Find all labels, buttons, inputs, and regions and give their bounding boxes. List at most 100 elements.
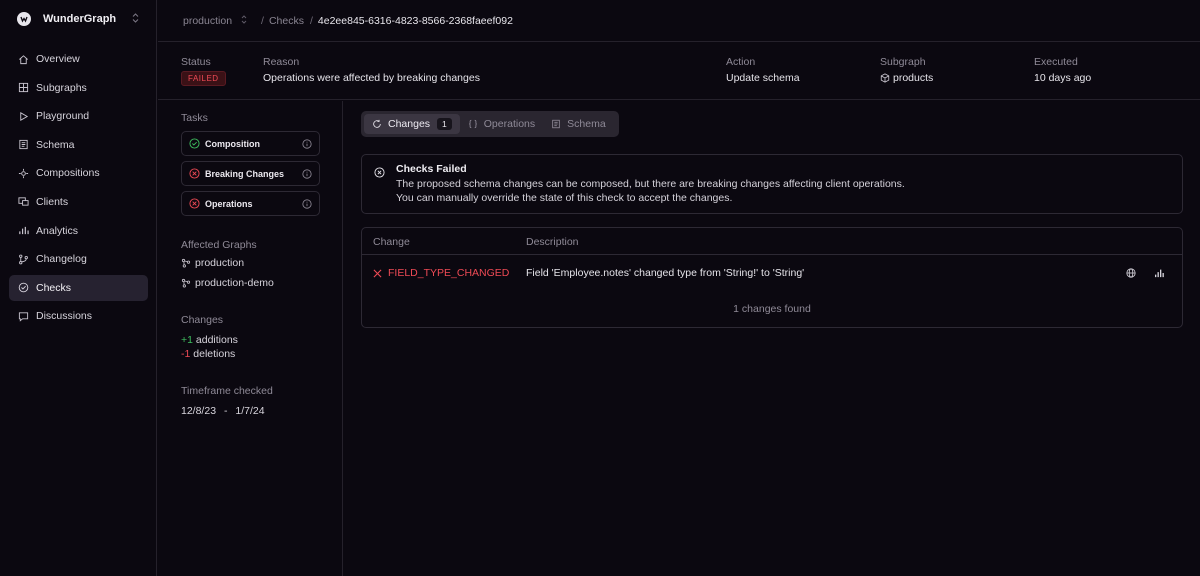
sidebar-item-label: Subgraphs xyxy=(36,81,87,94)
additions-summary: +1 additions xyxy=(181,334,238,346)
info-icon[interactable] xyxy=(302,199,312,209)
sidebar-item-playground[interactable]: Playground xyxy=(9,103,148,129)
additions-label: additions xyxy=(195,334,238,346)
check-tabs: Changes 1 Operations Schema xyxy=(361,111,619,137)
info-icon[interactable] xyxy=(302,169,312,179)
table-header: Change Description xyxy=(362,228,1182,255)
check-circle-icon xyxy=(189,138,200,149)
compositions-icon xyxy=(18,168,29,179)
x-icon xyxy=(373,269,382,277)
timeframe-separator: - xyxy=(223,405,228,417)
bar-chart-icon[interactable] xyxy=(1152,266,1166,280)
changes-summary-title: Changes xyxy=(181,314,224,326)
subgraph-link[interactable]: products xyxy=(880,72,933,84)
sidebar-item-overview[interactable]: Overview xyxy=(9,46,148,72)
change-type: FIELD_TYPE_CHANGED xyxy=(373,267,509,279)
refresh-icon xyxy=(373,119,381,128)
breadcrumb-separator: / xyxy=(261,14,264,27)
globe-icon[interactable] xyxy=(1124,266,1138,280)
play-icon xyxy=(18,111,29,122)
git-icon xyxy=(18,254,29,265)
changes-table: Change Description FIELD_TYPE_CHANGED Fi… xyxy=(361,227,1183,328)
sidebar-item-label: Schema xyxy=(36,138,75,151)
task-composition[interactable]: Composition xyxy=(181,131,320,156)
status-badge: FAILED xyxy=(181,71,226,86)
affected-graph-item[interactable]: production xyxy=(181,257,244,269)
changes-found-count: 1 changes found xyxy=(733,303,811,315)
deletions-count: -1 xyxy=(181,348,191,360)
file-icon xyxy=(18,139,29,150)
wundergraph-logo-icon xyxy=(17,12,31,26)
executed-label: Executed xyxy=(1034,56,1078,68)
check-details-panel: Tasks Composition Breaking Changes Opera… xyxy=(158,101,343,576)
reason-value: Operations were affected by breaking cha… xyxy=(263,72,480,84)
subgraph-column: Subgraph products xyxy=(880,56,933,84)
tab-label: Changes xyxy=(388,118,431,130)
sidebar-item-label: Discussions xyxy=(36,310,93,323)
x-circle-icon xyxy=(189,168,200,179)
sidebar-item-label: Overview xyxy=(36,53,80,65)
cube-icon xyxy=(880,73,890,83)
sidebar-item-clients[interactable]: Clients xyxy=(9,189,148,215)
chevron-up-down-icon[interactable] xyxy=(241,15,247,26)
task-breaking-changes[interactable]: Breaking Changes xyxy=(181,161,320,186)
affected-graph-label: production-demo xyxy=(195,277,274,289)
sidebar-item-subgraphs[interactable]: Subgraphs xyxy=(9,75,148,101)
task-label: Composition xyxy=(205,138,260,149)
org-switcher[interactable]: WunderGraph xyxy=(0,0,156,38)
reason-column: Reason Operations were affected by break… xyxy=(263,56,480,84)
sidebar-item-label: Analytics xyxy=(36,224,79,237)
grid-icon xyxy=(18,82,29,93)
check-circle-icon xyxy=(18,282,29,293)
timeframe-start: 12/8/23 xyxy=(181,405,217,417)
alert-title: Checks Failed xyxy=(396,163,467,175)
tasks-title: Tasks xyxy=(181,112,208,124)
sidebar-item-schema[interactable]: Schema xyxy=(9,132,148,158)
tab-operations[interactable]: Operations xyxy=(460,114,543,134)
chat-icon xyxy=(18,311,29,322)
sidebar-item-discussions[interactable]: Discussions xyxy=(9,303,148,329)
chevron-up-down-icon xyxy=(132,13,139,23)
timeframe-end: 1/7/24 xyxy=(235,405,265,417)
sidebar: WunderGraph Overview Subgraphs Playgroun… xyxy=(0,0,157,576)
alert-message: The proposed schema changes can be compo… xyxy=(396,178,905,190)
task-label: Breaking Changes xyxy=(205,168,285,179)
column-header-change: Change xyxy=(373,236,410,248)
tab-schema[interactable]: Schema xyxy=(543,114,614,134)
sidebar-item-changelog[interactable]: Changelog xyxy=(9,246,148,272)
home-icon xyxy=(18,54,29,65)
sidebar-item-label: Clients xyxy=(36,195,69,208)
sidebar-item-label: Compositions xyxy=(36,167,100,180)
sidebar-item-checks[interactable]: Checks xyxy=(9,274,148,301)
check-id: 4e2ee845-6316-4823-8566-2368faeef092 xyxy=(317,14,513,27)
task-operations[interactable]: Operations xyxy=(181,191,320,216)
change-type-label: FIELD_TYPE_CHANGED xyxy=(388,267,510,279)
namespace-selector[interactable]: production xyxy=(183,15,232,27)
changes-count-badge: 1 xyxy=(437,118,452,130)
affected-graphs-title: Affected Graphs xyxy=(181,239,257,251)
action-value: Update schema xyxy=(726,72,800,84)
status-column: Status FAILED xyxy=(181,56,226,86)
tab-label: Schema xyxy=(567,118,606,130)
x-circle-icon xyxy=(374,167,385,178)
executed-value: 10 days ago xyxy=(1034,72,1092,84)
deletions-summary: -1 deletions xyxy=(181,348,235,360)
sidebar-item-analytics[interactable]: Analytics xyxy=(9,218,148,244)
sidebar-item-label: Playground xyxy=(36,110,90,123)
tab-changes[interactable]: Changes 1 xyxy=(364,114,460,134)
breadcrumb-checks-link[interactable]: Checks xyxy=(269,15,304,27)
affected-graph-label: production xyxy=(195,257,245,269)
bar-chart-icon xyxy=(18,225,29,236)
deletions-label: deletions xyxy=(193,348,236,360)
affected-graph-item[interactable]: production-demo xyxy=(181,277,274,289)
sidebar-item-compositions[interactable]: Compositions xyxy=(9,160,148,186)
task-label: Operations xyxy=(205,198,253,209)
braces-icon xyxy=(468,119,477,129)
graph-icon xyxy=(181,278,191,288)
action-label: Action xyxy=(726,56,756,68)
breadcrumb-separator: / xyxy=(309,14,313,27)
subgraph-label: Subgraph xyxy=(880,56,926,68)
x-circle-icon xyxy=(189,198,200,209)
info-icon[interactable] xyxy=(302,139,312,149)
subgraph-value: products xyxy=(893,72,934,84)
